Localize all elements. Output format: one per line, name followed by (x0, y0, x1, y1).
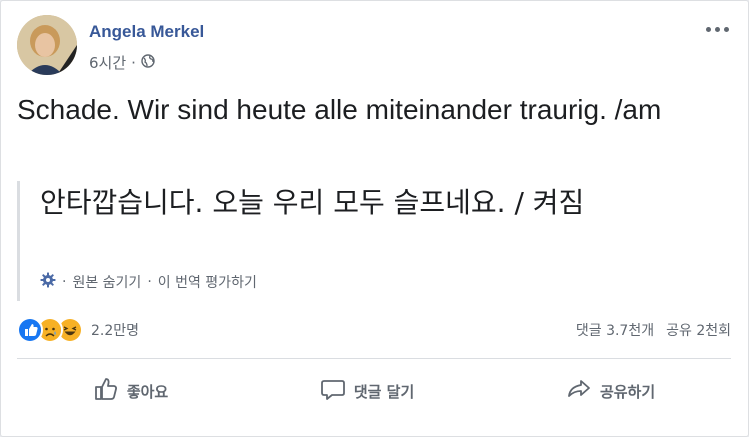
comment-button[interactable]: 댓글 달기 (320, 376, 414, 406)
avatar[interactable] (17, 15, 77, 75)
translation-separator: · (147, 274, 152, 290)
translation-text: 안타깝습니다. 오늘 우리 모두 슬프네요. / 켜짐 (40, 186, 585, 219)
rate-translation-link[interactable]: 이 번역 평가하기 (158, 272, 257, 292)
like-reaction-icon (17, 317, 43, 343)
reactions-count[interactable]: 2.2만명 (91, 320, 139, 340)
share-icon (566, 376, 592, 406)
share-button[interactable]: 공유하기 (566, 376, 655, 406)
share-button-label: 공유하기 (599, 382, 656, 401)
meta-separator: · (131, 53, 136, 72)
comments-count[interactable]: 댓글 3.7천개 (576, 320, 654, 340)
gear-icon[interactable] (40, 272, 56, 292)
like-button[interactable]: 좋아요 (93, 376, 168, 406)
post-stats: 2.2만명 댓글 3.7천개 공유 2천회 (17, 317, 731, 345)
author-name[interactable]: Angela Merkel (89, 22, 204, 42)
post-text: Schade. Wir sind heute alle miteinander … (17, 94, 662, 125)
translation-block: 안타깝습니다. 오늘 우리 모두 슬프네요. / 켜짐 · 원본 숨기기 · 이 (17, 181, 720, 301)
post-card: Angela Merkel 6시간 · Schade. Wir sind heu… (0, 0, 749, 437)
globe-icon[interactable] (141, 53, 155, 72)
divider (17, 358, 731, 359)
post-meta: 6시간 · (89, 52, 155, 73)
engagement-counts: 댓글 3.7천개 공유 2천회 (576, 320, 731, 340)
more-options-icon[interactable] (706, 23, 730, 35)
hide-original-link[interactable]: 원본 숨기기 (72, 272, 141, 292)
translation-separator: · (62, 274, 67, 290)
post-timestamp[interactable]: 6시간 (89, 52, 126, 73)
reactions-summary[interactable]: 2.2만명 (17, 317, 139, 343)
shares-count[interactable]: 공유 2천회 (666, 320, 731, 340)
comment-icon (320, 376, 346, 406)
action-bar: 좋아요 댓글 달기 공유하기 (17, 366, 731, 416)
thumbs-up-icon (93, 376, 119, 406)
translation-meta: · 원본 숨기기 · 이 번역 평가하기 (40, 272, 257, 292)
comment-button-label: 댓글 달기 (353, 382, 415, 401)
like-button-label: 좋아요 (126, 382, 169, 401)
